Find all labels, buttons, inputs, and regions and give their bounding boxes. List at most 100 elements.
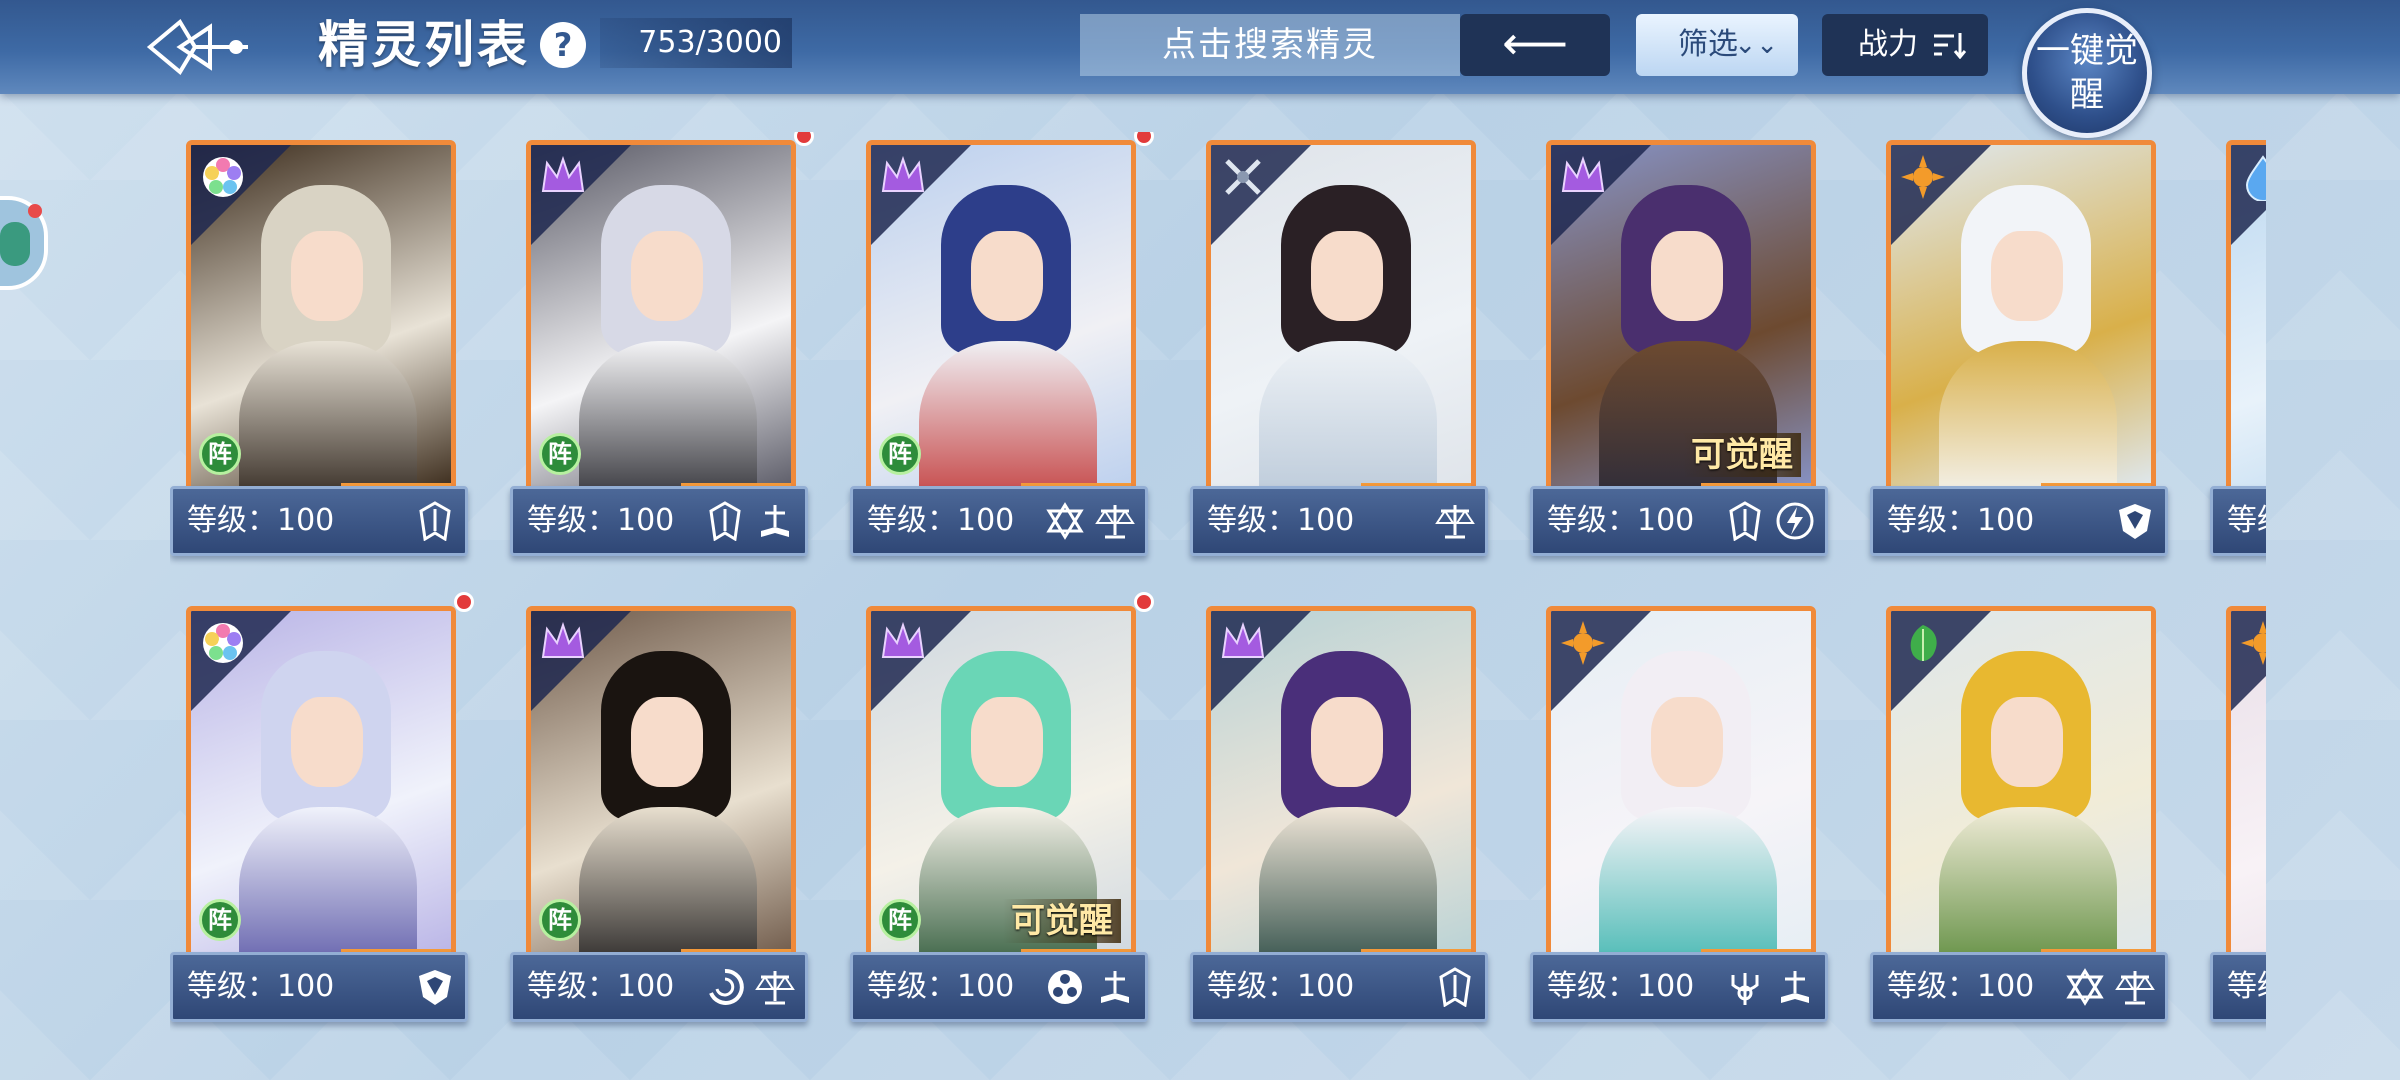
spiky-shield-icon	[419, 501, 451, 541]
spirit-portrait: 阵	[866, 140, 1136, 496]
portrait-face	[1991, 697, 2063, 787]
purple-crown-icon	[1561, 155, 1605, 192]
spirit-card[interactable]: 可觉醒 等级：100	[1530, 132, 1828, 558]
attribute-icons	[705, 501, 795, 541]
spirit-portrait	[1206, 140, 1476, 496]
level-label: 等级：100	[1887, 503, 2035, 538]
notification-dot	[28, 204, 42, 218]
spirit-card[interactable]: 等级：100	[1870, 598, 2168, 1024]
spirit-portrait: 阵	[526, 140, 796, 496]
card-info-bar: 等级：100	[1530, 952, 1828, 1022]
scale-icon	[1435, 505, 1475, 539]
orange-sun-icon	[1901, 155, 1945, 199]
spirit-count: 753/3000	[600, 18, 792, 68]
spirit-card[interactable]: 等级：100	[1190, 132, 1488, 558]
portrait-face	[1311, 697, 1383, 787]
level-label: 等级：100	[187, 969, 335, 1004]
attribute-icons	[2115, 501, 2155, 541]
level-label: 等级：100	[1887, 969, 2035, 1004]
purple-crown-icon	[881, 155, 925, 192]
level-label: 等级：100	[527, 969, 675, 1004]
spiky-shield-icon	[1729, 501, 1761, 541]
purple-crown-icon	[1221, 621, 1265, 658]
portrait-body	[1599, 807, 1777, 957]
portrait-body	[579, 807, 757, 957]
spirit-card[interactable]: 阵等级：100	[510, 132, 814, 558]
rainbow-flower-icon	[203, 623, 243, 663]
portrait-body	[1939, 341, 2117, 491]
water-drop-icon	[2245, 155, 2266, 201]
page-title: 精灵列表	[318, 15, 530, 74]
portrait-face	[971, 697, 1043, 787]
spirit-card[interactable]: 阵 可觉醒 等级：100	[850, 592, 1154, 1024]
card-info-bar: 等级	[2210, 952, 2266, 1022]
spirit-card[interactable]: 阵等级：100	[850, 132, 1154, 558]
awaken-all-button[interactable]: 一键觉醒	[2022, 8, 2152, 138]
leaf-icon	[1910, 625, 1937, 661]
attribute-icons	[1725, 967, 1815, 1007]
spirit-card[interactable]: 等级	[2210, 598, 2266, 1024]
spirit-portrait: 阵	[186, 606, 456, 962]
notification-dot	[454, 592, 474, 612]
portrait-face	[291, 231, 363, 321]
spirit-portrait	[1206, 606, 1476, 962]
formation-badge: 阵	[879, 433, 921, 475]
spirit-card[interactable]: 阵等级：100	[170, 132, 468, 558]
portrait-face	[291, 697, 363, 787]
level-label: 等级	[2227, 969, 2266, 1004]
back-button[interactable]: ⟵	[1460, 14, 1610, 76]
side-tab[interactable]	[0, 196, 48, 290]
formation-badge: 阵	[879, 899, 921, 941]
card-info-bar: 等级：100	[170, 486, 468, 556]
attribute-icons	[1435, 967, 1475, 1007]
formation-badge: 阵	[539, 899, 581, 941]
spirit-card[interactable]: 等级：100	[1190, 598, 1488, 1024]
hexagram-icon	[1046, 502, 1084, 540]
search-input[interactable]: 点击搜索精灵	[1080, 14, 1460, 76]
level-label: 等级：100	[1547, 969, 1695, 1004]
filter-button[interactable]: 筛选 ⌄⌄	[1636, 14, 1798, 76]
help-button[interactable]: ?	[540, 22, 586, 68]
spirit-card[interactable]: 阵等级：100	[510, 598, 808, 1024]
notification-dot	[1134, 592, 1154, 612]
lightning-icon	[1776, 502, 1814, 540]
level-label: 等级：100	[1207, 503, 1355, 538]
scale-icon	[2115, 971, 2155, 1005]
card-info-bar: 等级：100	[1190, 486, 1488, 556]
spirit-card[interactable]: 等级	[2210, 132, 2266, 558]
spirit-portrait	[1546, 606, 1816, 962]
spirit-portrait: 阵	[186, 140, 456, 496]
orange-sun-icon	[2241, 621, 2266, 665]
spirit-portrait	[1886, 140, 2156, 496]
portrait-body	[1259, 341, 1437, 491]
notification-dot	[1134, 132, 1154, 146]
hexagram-icon	[2066, 968, 2104, 1006]
card-info-bar: 等级：100	[510, 952, 808, 1022]
attribute-icons	[415, 501, 455, 541]
spirit-portrait: 可觉醒	[1546, 140, 1816, 496]
book-scale-icon	[1781, 971, 1809, 1003]
spirit-portrait: 阵 可觉醒	[866, 606, 1136, 962]
purple-crown-icon	[541, 621, 585, 658]
card-info-bar: 等级：100	[170, 952, 468, 1022]
card-info-bar: 等级：100	[1530, 486, 1828, 556]
spiky-shield-icon	[1439, 967, 1471, 1007]
filter-label: 筛选	[1678, 27, 1738, 62]
spirit-logo-icon	[146, 18, 248, 76]
spirit-card[interactable]: 等级：100	[1530, 598, 1828, 1024]
portrait-body	[1259, 807, 1437, 957]
awakenable-tag: 可觉醒	[1003, 899, 1121, 943]
portrait-face	[1991, 231, 2063, 321]
level-label: 等级：100	[187, 503, 335, 538]
spirit-card[interactable]: 阵等级：100	[170, 592, 474, 1024]
portrait-body	[1939, 807, 2117, 957]
spirit-card[interactable]: 等级：100	[1870, 132, 2168, 558]
card-info-bar: 等级：100	[510, 486, 808, 556]
spirit-portrait	[2226, 606, 2266, 962]
attribute-icons	[1725, 501, 1815, 541]
portrait-body	[239, 341, 417, 491]
level-label: 等级：100	[527, 503, 675, 538]
sort-power-button[interactable]: 战力	[1822, 14, 1988, 76]
trinity-icon	[1048, 970, 1082, 1004]
sort-desc-icon	[1934, 33, 1966, 59]
